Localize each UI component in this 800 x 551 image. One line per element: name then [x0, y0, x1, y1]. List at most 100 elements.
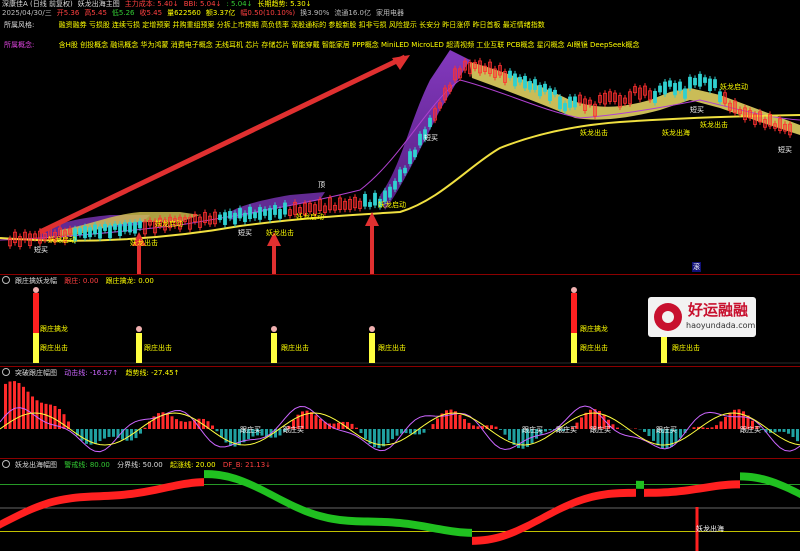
oscillator-segment — [472, 536, 476, 545]
candle-body — [93, 224, 97, 235]
oscillator-segment — [280, 495, 284, 506]
oscillator-segment — [688, 485, 692, 495]
panel4-chart[interactable] — [0, 459, 800, 551]
hist-bar — [791, 429, 795, 438]
panel3-chart[interactable] — [0, 367, 800, 457]
candle-body — [273, 205, 277, 215]
candle-body — [703, 77, 707, 83]
oscillator-segment — [552, 506, 556, 517]
oscillator-segment — [164, 483, 168, 493]
oscillator-segment — [788, 484, 792, 495]
oscillator-segment — [112, 491, 116, 500]
oscillator-segment — [264, 486, 268, 497]
candle-body — [668, 80, 672, 87]
candle-body — [533, 79, 537, 90]
oscillator-segment — [508, 528, 512, 539]
candle-body — [278, 209, 282, 219]
hist-bar — [710, 427, 714, 429]
hist-bar — [98, 429, 102, 442]
annotation: 顶 — [318, 181, 325, 189]
signal-cap — [136, 326, 142, 332]
oscillator-segment — [276, 493, 280, 504]
oscillator-segment — [124, 490, 128, 499]
oscillator-segment — [212, 470, 216, 479]
hist-bar — [449, 409, 453, 429]
hist-bar — [782, 429, 786, 432]
oscillator-segment — [640, 480, 644, 489]
oscillator-segment — [728, 480, 732, 489]
hist-bar — [184, 421, 187, 429]
oscillator-segment — [568, 499, 572, 510]
oscillator-segment — [384, 517, 388, 527]
hist-bar — [94, 429, 97, 444]
oscillator-segment — [456, 527, 460, 537]
oscillator-segment — [60, 495, 64, 505]
oscillator-segment — [560, 503, 564, 513]
candle-body — [98, 226, 102, 239]
oscillator-segment — [672, 487, 676, 496]
candle-body — [128, 222, 132, 233]
hist-bar — [719, 421, 723, 429]
oscillator-segment — [312, 509, 316, 519]
oscillator-segment — [4, 516, 8, 527]
hist-bar — [391, 429, 394, 440]
signal-bar-yellow — [271, 333, 277, 363]
oscillator-segment — [116, 491, 120, 500]
oscillator-segment — [244, 477, 248, 488]
oscillator-segment — [44, 499, 48, 509]
oscillator-segment — [556, 504, 560, 515]
oscillator-segment — [460, 528, 464, 537]
candle-body — [518, 76, 522, 83]
oscillator-segment — [80, 492, 84, 502]
candle-body — [538, 84, 542, 97]
oscillator-segment — [424, 522, 428, 532]
candle-body — [698, 73, 702, 87]
annotation: 短买 — [778, 146, 792, 154]
oscillator-segment — [584, 493, 588, 504]
oscillator-segment — [380, 517, 384, 526]
annotation: 妖龙启动 — [720, 83, 748, 91]
oscillator-segment — [440, 525, 444, 535]
oscillator-segment — [56, 496, 60, 506]
oscillator-segment — [644, 488, 648, 497]
hist-bar — [701, 427, 705, 429]
oscillator-segment — [344, 516, 348, 525]
oscillator-segment — [448, 526, 452, 536]
candle-body — [408, 151, 412, 164]
oscillator-segment — [168, 482, 172, 492]
oscillator-segment — [736, 480, 740, 489]
hist-bar — [103, 429, 106, 439]
oscillator-segment — [692, 485, 696, 494]
candle-body — [428, 117, 432, 127]
oscillator-segment — [476, 536, 480, 545]
oscillator-segment — [664, 488, 668, 497]
oscillator-segment — [104, 491, 108, 501]
oscillator-segment — [272, 491, 276, 502]
hist-bar — [692, 427, 696, 429]
oscillator-segment — [720, 481, 724, 490]
panel3-label: 跟庄买 — [556, 426, 577, 434]
trend-line — [0, 412, 800, 446]
oscillator-segment — [772, 477, 776, 488]
oscillator-segment — [84, 492, 88, 501]
red-arrows — [38, 54, 410, 275]
annotation: 短买 — [34, 246, 48, 254]
candle-body — [268, 208, 272, 220]
oscillator-segment — [544, 511, 548, 522]
logo-icon — [654, 303, 682, 331]
annotation: 妖龙启动 — [378, 201, 406, 209]
oscillator-segment — [296, 503, 300, 513]
candle-body — [123, 222, 127, 232]
hist-bar — [787, 429, 790, 434]
oscillator-segment — [536, 515, 540, 526]
candle-body — [78, 228, 82, 235]
hist-bar — [584, 412, 588, 429]
panel3-label: 跟庄买 — [740, 426, 761, 434]
hist-bar — [85, 429, 88, 444]
oscillator-segment — [528, 519, 532, 530]
hist-bar — [512, 429, 516, 445]
oscillator-segment — [292, 501, 296, 512]
oscillator-segment — [64, 494, 68, 504]
watermark-logo: 好运融融 haoyundada.com — [648, 297, 756, 337]
oscillator-segment — [348, 516, 352, 525]
